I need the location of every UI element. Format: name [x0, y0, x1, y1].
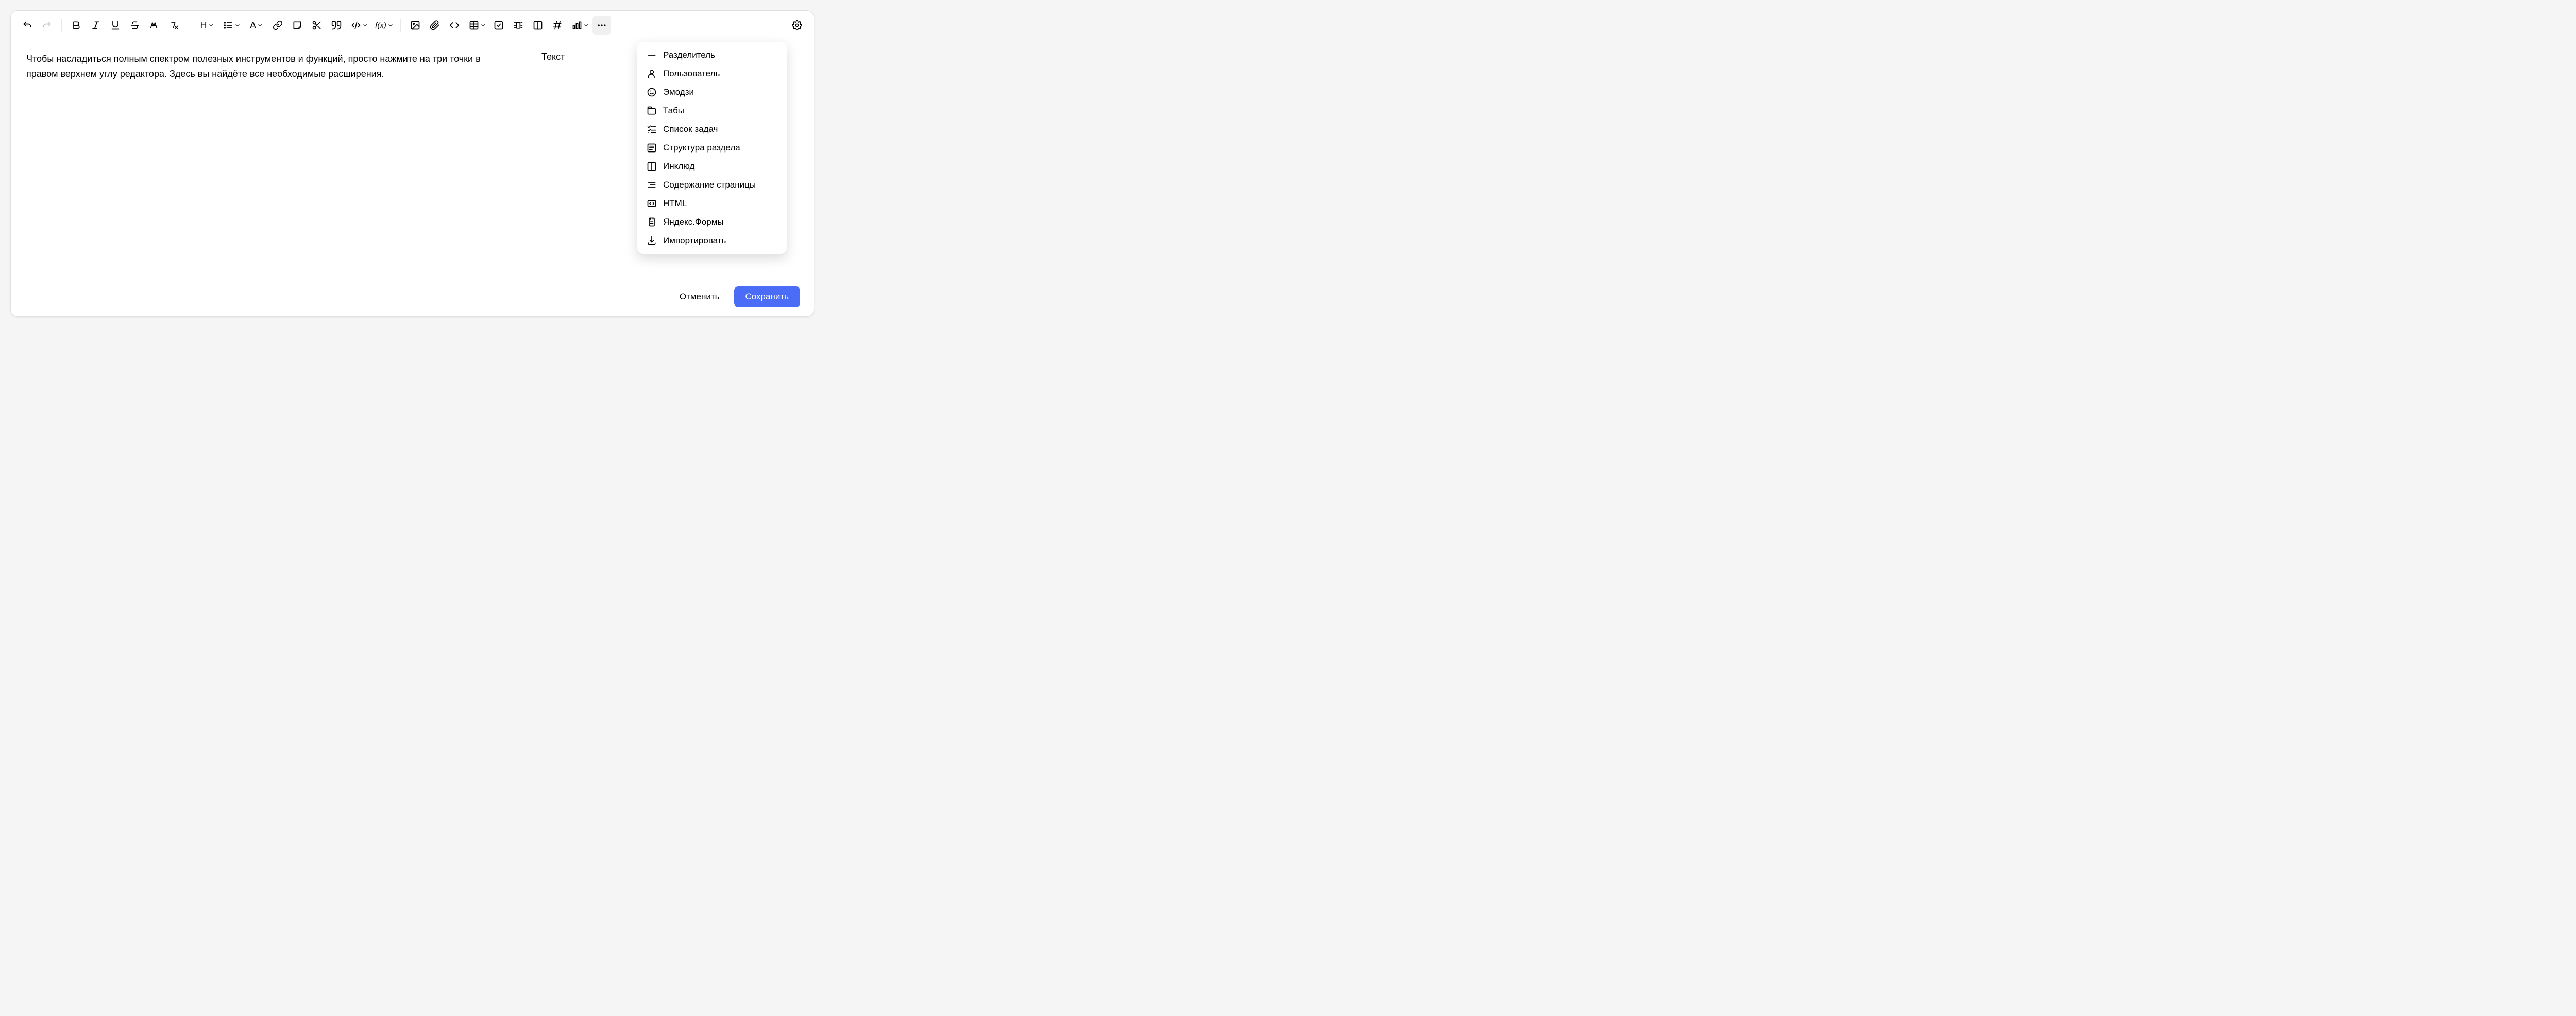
html-icon: [647, 198, 657, 209]
chevron-down-icon: [257, 22, 263, 28]
menu-item-label: HTML: [663, 198, 687, 209]
menu-item-label: Инклюд: [663, 161, 694, 172]
menu-item-html[interactable]: HTML: [637, 194, 787, 213]
menu-item-include[interactable]: Инклюд: [637, 157, 787, 176]
redo-button[interactable]: [38, 16, 56, 35]
clear-format-button[interactable]: [165, 16, 183, 35]
embed-button[interactable]: [445, 16, 464, 35]
bold-button[interactable]: [67, 16, 86, 35]
menu-item-toc[interactable]: Содержание страницы: [637, 176, 787, 194]
menu-item-label: Разделитель: [663, 50, 715, 60]
chart-dropdown[interactable]: [568, 16, 591, 35]
footer: Отменить Сохранить: [677, 286, 800, 307]
menu-item-tabs[interactable]: Табы: [637, 101, 787, 120]
block-button[interactable]: [509, 16, 528, 35]
chevron-down-icon: [362, 22, 368, 28]
menu-item-label: Структура раздела: [663, 143, 740, 153]
menu-item-user[interactable]: Пользователь: [637, 64, 787, 83]
include-icon: [647, 161, 657, 172]
menu-item-label: Содержание страницы: [663, 180, 756, 190]
user-icon: [647, 69, 657, 79]
underline-button[interactable]: [106, 16, 125, 35]
tabs-icon: [647, 106, 657, 116]
undo-button[interactable]: [18, 16, 37, 35]
menu-item-tasklist[interactable]: Список задач: [637, 120, 787, 139]
chevron-down-icon: [583, 22, 589, 28]
forms-icon: [647, 217, 657, 227]
chevron-down-icon: [234, 22, 241, 28]
toc-icon: [647, 180, 657, 190]
body-text[interactable]: Чтобы насладиться полным спектром полезн…: [26, 52, 495, 81]
formula-label: f(x): [375, 22, 386, 29]
structure-icon: [647, 143, 657, 153]
cut-button[interactable]: [308, 16, 326, 35]
emoji-icon: [647, 87, 657, 97]
separator: [61, 19, 62, 32]
link-button[interactable]: [268, 16, 287, 35]
chevron-down-icon: [387, 22, 394, 28]
font-label: A: [250, 21, 256, 30]
import-icon: [647, 235, 657, 246]
strikethrough-button[interactable]: [126, 16, 144, 35]
more-button[interactable]: [592, 16, 611, 35]
anchor-button[interactable]: [548, 16, 567, 35]
menu-item-label: Импортировать: [663, 235, 726, 246]
menu-item-forms[interactable]: Яндекс.Формы: [637, 213, 787, 231]
list-dropdown[interactable]: [219, 16, 243, 35]
checkbox-button[interactable]: [489, 16, 508, 35]
menu-item-import[interactable]: Импортировать: [637, 231, 787, 250]
divider-icon: [647, 50, 657, 60]
tasklist-icon: [647, 124, 657, 134]
side-label: Текст: [541, 52, 565, 81]
settings-button[interactable]: [788, 16, 806, 35]
menu-item-label: Список задач: [663, 124, 718, 134]
table-dropdown[interactable]: [465, 16, 488, 35]
cancel-button[interactable]: Отменить: [677, 287, 722, 306]
quote-button[interactable]: [327, 16, 346, 35]
menu-item-label: Яндекс.Формы: [663, 217, 724, 227]
font-color-dropdown[interactable]: A: [244, 16, 267, 35]
columns-button[interactable]: [529, 16, 547, 35]
italic-button[interactable]: [87, 16, 105, 35]
chevron-down-icon: [208, 22, 214, 28]
editor-window: Н A: [10, 10, 814, 317]
menu-item-emoji[interactable]: Эмодзи: [637, 83, 787, 101]
separator: [400, 19, 401, 32]
attachment-button[interactable]: [426, 16, 444, 35]
chevron-down-icon: [480, 22, 486, 28]
formula-dropdown[interactable]: f(x): [371, 16, 395, 35]
note-button[interactable]: [288, 16, 307, 35]
save-button[interactable]: Сохранить: [734, 286, 800, 307]
menu-item-label: Табы: [663, 106, 684, 116]
menu-item-divider[interactable]: Разделитель: [637, 46, 787, 64]
menu-item-structure[interactable]: Структура раздела: [637, 139, 787, 157]
monospace-button[interactable]: [145, 16, 164, 35]
code-dropdown[interactable]: [347, 16, 370, 35]
toolbar: Н A: [11, 11, 814, 40]
heading-label: Н: [200, 21, 207, 30]
heading-dropdown[interactable]: Н: [194, 16, 218, 35]
menu-item-label: Пользователь: [663, 69, 720, 79]
more-menu: Разделитель Пользователь Эмодзи Табы Спи…: [637, 42, 787, 254]
image-button[interactable]: [406, 16, 425, 35]
menu-item-label: Эмодзи: [663, 87, 694, 97]
